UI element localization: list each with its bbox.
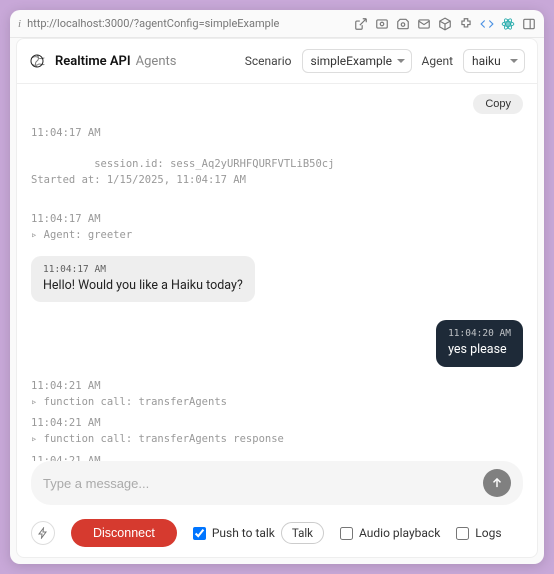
site-info-icon[interactable]: i xyxy=(18,18,21,30)
app-subtitle: Agents xyxy=(136,54,177,69)
audio-playback-checkbox[interactable] xyxy=(340,527,353,540)
logs-control[interactable]: Logs xyxy=(456,526,501,540)
logs-checkbox[interactable] xyxy=(456,527,469,540)
main-panel: Realtime API Agents Scenario simpleExamp… xyxy=(16,38,538,558)
audio-playback-control[interactable]: Audio playback xyxy=(340,526,440,540)
assistant-message: 11:04:17 AMHello! Would you like a Haiku… xyxy=(31,256,255,303)
app-title: Realtime API xyxy=(55,54,131,69)
sidebar-toggle-icon[interactable] xyxy=(522,17,536,31)
bottom-toolbar: Disconnect Push to talk Talk Audio playb… xyxy=(17,513,537,557)
message-input[interactable] xyxy=(43,476,475,491)
extensions-icon[interactable] xyxy=(459,17,473,31)
session-id-line: session.id: sess_Aq2yURHFQURFVTLiB50cj xyxy=(94,158,334,170)
send-button[interactable] xyxy=(483,469,511,497)
audio-playback-label: Audio playback xyxy=(359,526,440,540)
push-to-talk-control[interactable]: Push to talk Talk xyxy=(193,522,324,544)
agent-label: Agent xyxy=(422,54,453,68)
system-event: 11:04:21 AM▹ Agent: haiku xyxy=(31,454,523,461)
disconnect-button[interactable]: Disconnect xyxy=(71,519,177,547)
copy-button[interactable]: Copy xyxy=(473,94,523,114)
openai-logo-icon xyxy=(29,53,45,69)
scenario-select-value: simpleExample xyxy=(311,54,393,68)
devtools-icon[interactable] xyxy=(480,17,494,31)
scenario-label: Scenario xyxy=(245,54,292,68)
logs-label: Logs xyxy=(475,526,501,540)
system-event: 11:04:17 AM▹ Agent: greeter xyxy=(31,212,523,244)
cube-icon[interactable] xyxy=(438,17,452,31)
agent-select[interactable]: haiku xyxy=(463,49,525,73)
app-window: i http://localhost:3000/?agentConfig=sim… xyxy=(10,10,544,564)
push-to-talk-label: Push to talk xyxy=(212,526,275,540)
react-devtools-icon[interactable] xyxy=(501,17,515,31)
system-event: 11:04:21 AM▹ function call: transferAgen… xyxy=(31,379,523,411)
url-text: http://localhost:3000/?agentConfig=simpl… xyxy=(27,17,279,30)
system-event: 11:04:21 AM▹ function call: transferAgen… xyxy=(31,416,523,448)
spark-button[interactable] xyxy=(31,521,55,545)
agent-select-value: haiku xyxy=(472,54,501,68)
session-timestamp: 11:04:17 AM xyxy=(31,126,523,142)
screenshot-icon[interactable] xyxy=(375,17,389,31)
talk-button[interactable]: Talk xyxy=(281,522,324,544)
share-icon[interactable] xyxy=(354,17,368,31)
message-composer xyxy=(31,461,523,505)
session-info: Copy 11:04:17 AM session.id: sess_Aq2yUR… xyxy=(31,94,523,204)
push-to-talk-checkbox[interactable] xyxy=(193,527,206,540)
panel-header: Realtime API Agents Scenario simpleExamp… xyxy=(17,39,537,84)
mail-icon[interactable] xyxy=(417,17,431,31)
user-message: 11:04:20 AMyes please xyxy=(436,320,523,367)
chat-transcript: Copy 11:04:17 AM session.id: sess_Aq2yUR… xyxy=(17,84,537,461)
session-start-line: Started at: 1/15/2025, 11:04:17 AM xyxy=(31,174,246,186)
scenario-select[interactable]: simpleExample xyxy=(302,49,412,73)
browser-bar: i http://localhost:3000/?agentConfig=sim… xyxy=(10,10,544,38)
url-bar[interactable]: i http://localhost:3000/?agentConfig=sim… xyxy=(18,17,346,30)
camera-icon[interactable] xyxy=(396,17,410,31)
